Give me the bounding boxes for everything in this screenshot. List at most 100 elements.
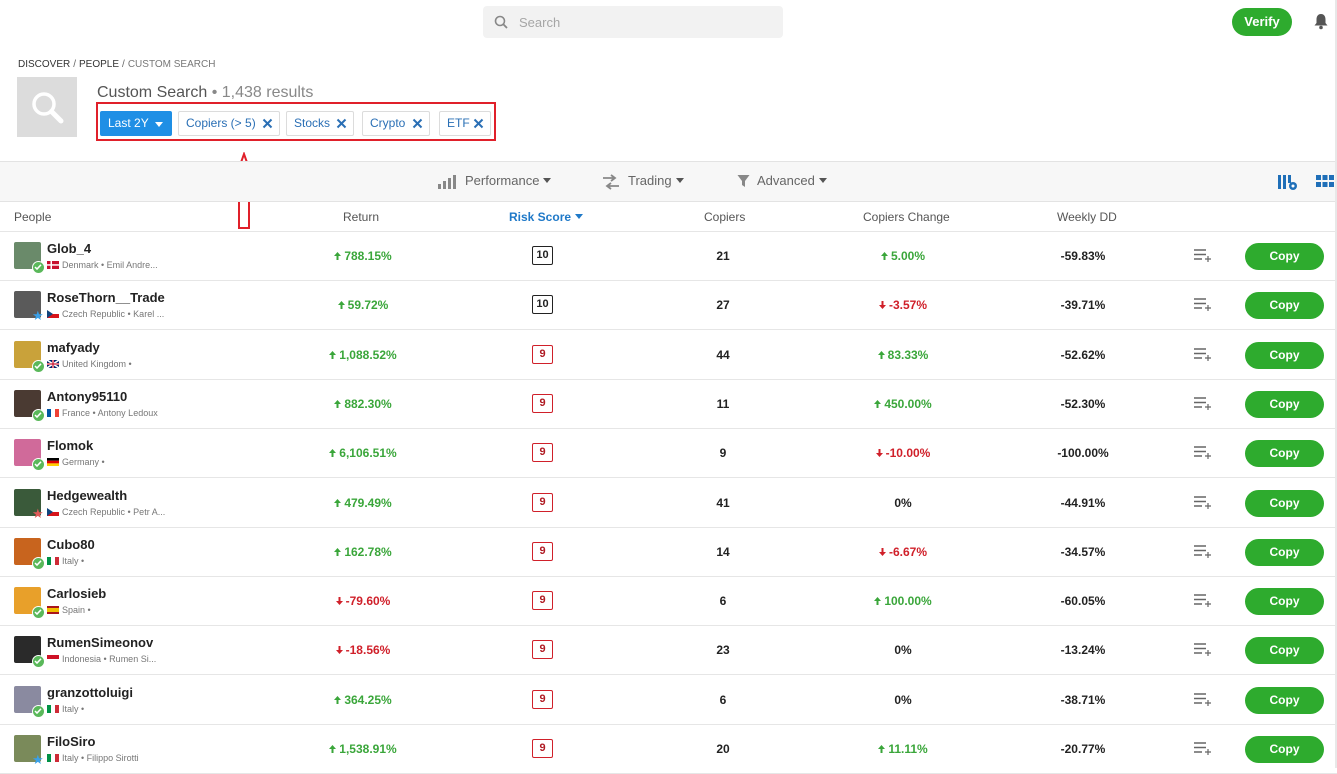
add-to-watchlist-icon[interactable] bbox=[1194, 692, 1212, 706]
return-text: 1,088.52% bbox=[339, 347, 397, 362]
add-to-watchlist-icon[interactable] bbox=[1194, 741, 1212, 755]
breadcrumb-discover[interactable]: DISCOVER bbox=[18, 59, 70, 70]
table-row[interactable]: ★ Hedgewealth Czech Republic • Petr A... 47… bbox=[0, 479, 1337, 528]
period-dropdown[interactable]: Last 2Y bbox=[100, 111, 172, 136]
return-value: 882.30% bbox=[303, 397, 423, 411]
username[interactable]: RumenSimeonov bbox=[47, 635, 153, 650]
copiers-value: 14 bbox=[716, 544, 730, 559]
return-value: -18.56% bbox=[303, 643, 423, 657]
grid-view-icon[interactable] bbox=[1316, 175, 1334, 189]
username[interactable]: Flomok bbox=[47, 438, 93, 453]
table-header: People Return Risk Score Copiers Copiers… bbox=[0, 202, 1337, 232]
copy-button[interactable]: Copy bbox=[1245, 341, 1324, 369]
risk-score-label: Risk Score bbox=[509, 210, 572, 224]
username[interactable]: RoseThorn__Trade bbox=[47, 290, 165, 305]
user-sub-text: Italy • Filippo Sirotti bbox=[62, 753, 139, 763]
column-settings-icon[interactable] bbox=[1278, 174, 1298, 191]
close-icon[interactable] bbox=[336, 118, 347, 129]
filter-chip-etf: ETF bbox=[439, 111, 491, 136]
copy-button[interactable]: Copy bbox=[1245, 489, 1324, 517]
close-icon[interactable] bbox=[262, 118, 273, 129]
table-row[interactable]: ★ RoseThorn__Trade Czech Republic • Karel … bbox=[0, 281, 1337, 331]
table-row[interactable]: Glob_4 Denmark • Emil Andre... 788.15% 10 21… bbox=[0, 232, 1337, 281]
sort-desc-icon bbox=[575, 214, 584, 219]
search-box[interactable] bbox=[483, 6, 783, 38]
return-text: 162.78% bbox=[344, 544, 392, 559]
table-row[interactable]: Carlosieb Spain • -79.60% 9 6 100.00% -60.05% C… bbox=[0, 577, 1337, 627]
username[interactable]: Hedgewealth bbox=[47, 488, 127, 503]
risk-score-badge: 9 bbox=[532, 689, 553, 709]
table-row[interactable]: Antony95110 France • Antony Ledoux 882.30%… bbox=[0, 380, 1337, 429]
performance-menu[interactable]: Performance bbox=[437, 173, 552, 189]
add-to-watchlist-icon[interactable] bbox=[1194, 495, 1212, 509]
table-row[interactable]: ★ FiloSiro Italy • Filippo Sirotti 1,538.91… bbox=[0, 725, 1337, 774]
user-sub-text: Czech Republic • Karel ... bbox=[62, 309, 165, 320]
column-header-copiers-change[interactable]: Copiers Change bbox=[863, 210, 950, 224]
user-sub-text: Spain • bbox=[62, 605, 91, 616]
verified-check-icon bbox=[32, 359, 45, 373]
username[interactable]: Antony95110 bbox=[47, 389, 127, 404]
table-row[interactable]: granzottoluigi Italy • 364.25% 9 6 0% -38.71% C… bbox=[0, 676, 1337, 725]
country-flag-icon bbox=[47, 458, 59, 467]
risk-score-badge: 9 bbox=[532, 443, 553, 463]
copy-button[interactable]: Copy bbox=[1245, 736, 1324, 763]
close-icon[interactable] bbox=[412, 118, 423, 129]
verified-check-icon bbox=[32, 606, 45, 620]
add-to-watchlist-icon[interactable] bbox=[1194, 445, 1212, 460]
user-country-realname: United Kingdom • bbox=[46, 359, 132, 369]
add-to-watchlist-icon[interactable] bbox=[1194, 642, 1212, 657]
risk-score-badge: 9 bbox=[532, 492, 553, 512]
column-header-weekly-dd[interactable]: Weekly DD bbox=[1057, 210, 1117, 224]
copy-button[interactable]: Copy bbox=[1245, 588, 1324, 616]
copiers-change-text: 450.00% bbox=[884, 396, 932, 411]
add-to-watchlist-icon[interactable] bbox=[1194, 347, 1212, 361]
username[interactable]: Cubo80 bbox=[47, 537, 95, 552]
user-sub-text: Germany • bbox=[62, 457, 105, 468]
column-header-return[interactable]: Return bbox=[343, 210, 379, 224]
copy-button[interactable]: Copy bbox=[1245, 686, 1324, 714]
add-to-watchlist-icon[interactable] bbox=[1194, 544, 1212, 558]
username[interactable]: Carlosieb bbox=[47, 586, 106, 601]
table-row[interactable]: RumenSimeonov Indonesia • Rumen Si... -18.… bbox=[0, 626, 1337, 676]
user-country-realname: Indonesia • Rumen Si... bbox=[47, 654, 156, 664]
breadcrumb-people[interactable]: PEOPLE bbox=[79, 59, 119, 70]
add-to-watchlist-icon[interactable] bbox=[1194, 297, 1212, 312]
username[interactable]: Glob_4 bbox=[47, 241, 91, 256]
username[interactable]: mafyady bbox=[47, 340, 100, 355]
copy-button[interactable]: Copy bbox=[1245, 292, 1324, 320]
advanced-menu[interactable]: Advanced bbox=[737, 173, 827, 188]
copy-button[interactable]: Copy bbox=[1245, 440, 1324, 468]
copiers-change-text: 5.00% bbox=[890, 249, 926, 263]
trading-menu[interactable]: Trading bbox=[601, 173, 684, 190]
weekly-dd-value: -38.71% bbox=[1060, 692, 1106, 707]
table-row[interactable]: Flomok Germany • 6,106.51% 9 9 -10.00% -100.00… bbox=[0, 429, 1337, 479]
bell-icon[interactable] bbox=[1313, 13, 1329, 30]
copiers-change-text: -10.00% bbox=[885, 446, 931, 461]
search-input[interactable] bbox=[519, 6, 769, 38]
column-header-copiers[interactable]: Copiers bbox=[704, 210, 745, 224]
column-header-people[interactable]: People bbox=[14, 210, 51, 224]
filter-chip-label: Stocks bbox=[294, 116, 331, 130]
breadcrumb-custom-search: CUSTOM SEARCH bbox=[127, 59, 216, 70]
username[interactable]: granzottoluigi bbox=[47, 685, 133, 700]
copy-button[interactable]: Copy bbox=[1245, 390, 1324, 418]
user-country-realname: Germany • bbox=[47, 457, 105, 467]
caret-down-icon bbox=[818, 178, 827, 183]
copy-button[interactable]: Copy bbox=[1245, 243, 1324, 270]
user-country-realname: Czech Republic • Petr A... bbox=[47, 507, 165, 517]
verify-button[interactable]: Verify bbox=[1232, 8, 1292, 36]
add-to-watchlist-icon[interactable] bbox=[1194, 593, 1212, 608]
return-value: 1,088.52% bbox=[303, 348, 423, 362]
add-to-watchlist-icon[interactable] bbox=[1194, 396, 1212, 410]
copiers-change-text: 0% bbox=[894, 643, 912, 658]
top-bar: Verify bbox=[0, 0, 1337, 44]
column-header-risk-score[interactable]: Risk Score bbox=[509, 210, 584, 224]
add-to-watchlist-icon[interactable] bbox=[1194, 248, 1212, 262]
return-value: -79.60% bbox=[303, 594, 423, 608]
table-row[interactable]: Cubo80 Italy • 162.78% 9 14 -6.67% -34.57% Copy bbox=[0, 528, 1337, 577]
copy-button[interactable]: Copy bbox=[1245, 538, 1324, 566]
username[interactable]: FiloSiro bbox=[47, 734, 95, 749]
close-icon[interactable] bbox=[473, 118, 484, 129]
table-row[interactable]: mafyady United Kingdom • 1,088.52% 9 44 83.33… bbox=[0, 331, 1337, 380]
copy-button[interactable]: Copy bbox=[1245, 637, 1324, 665]
